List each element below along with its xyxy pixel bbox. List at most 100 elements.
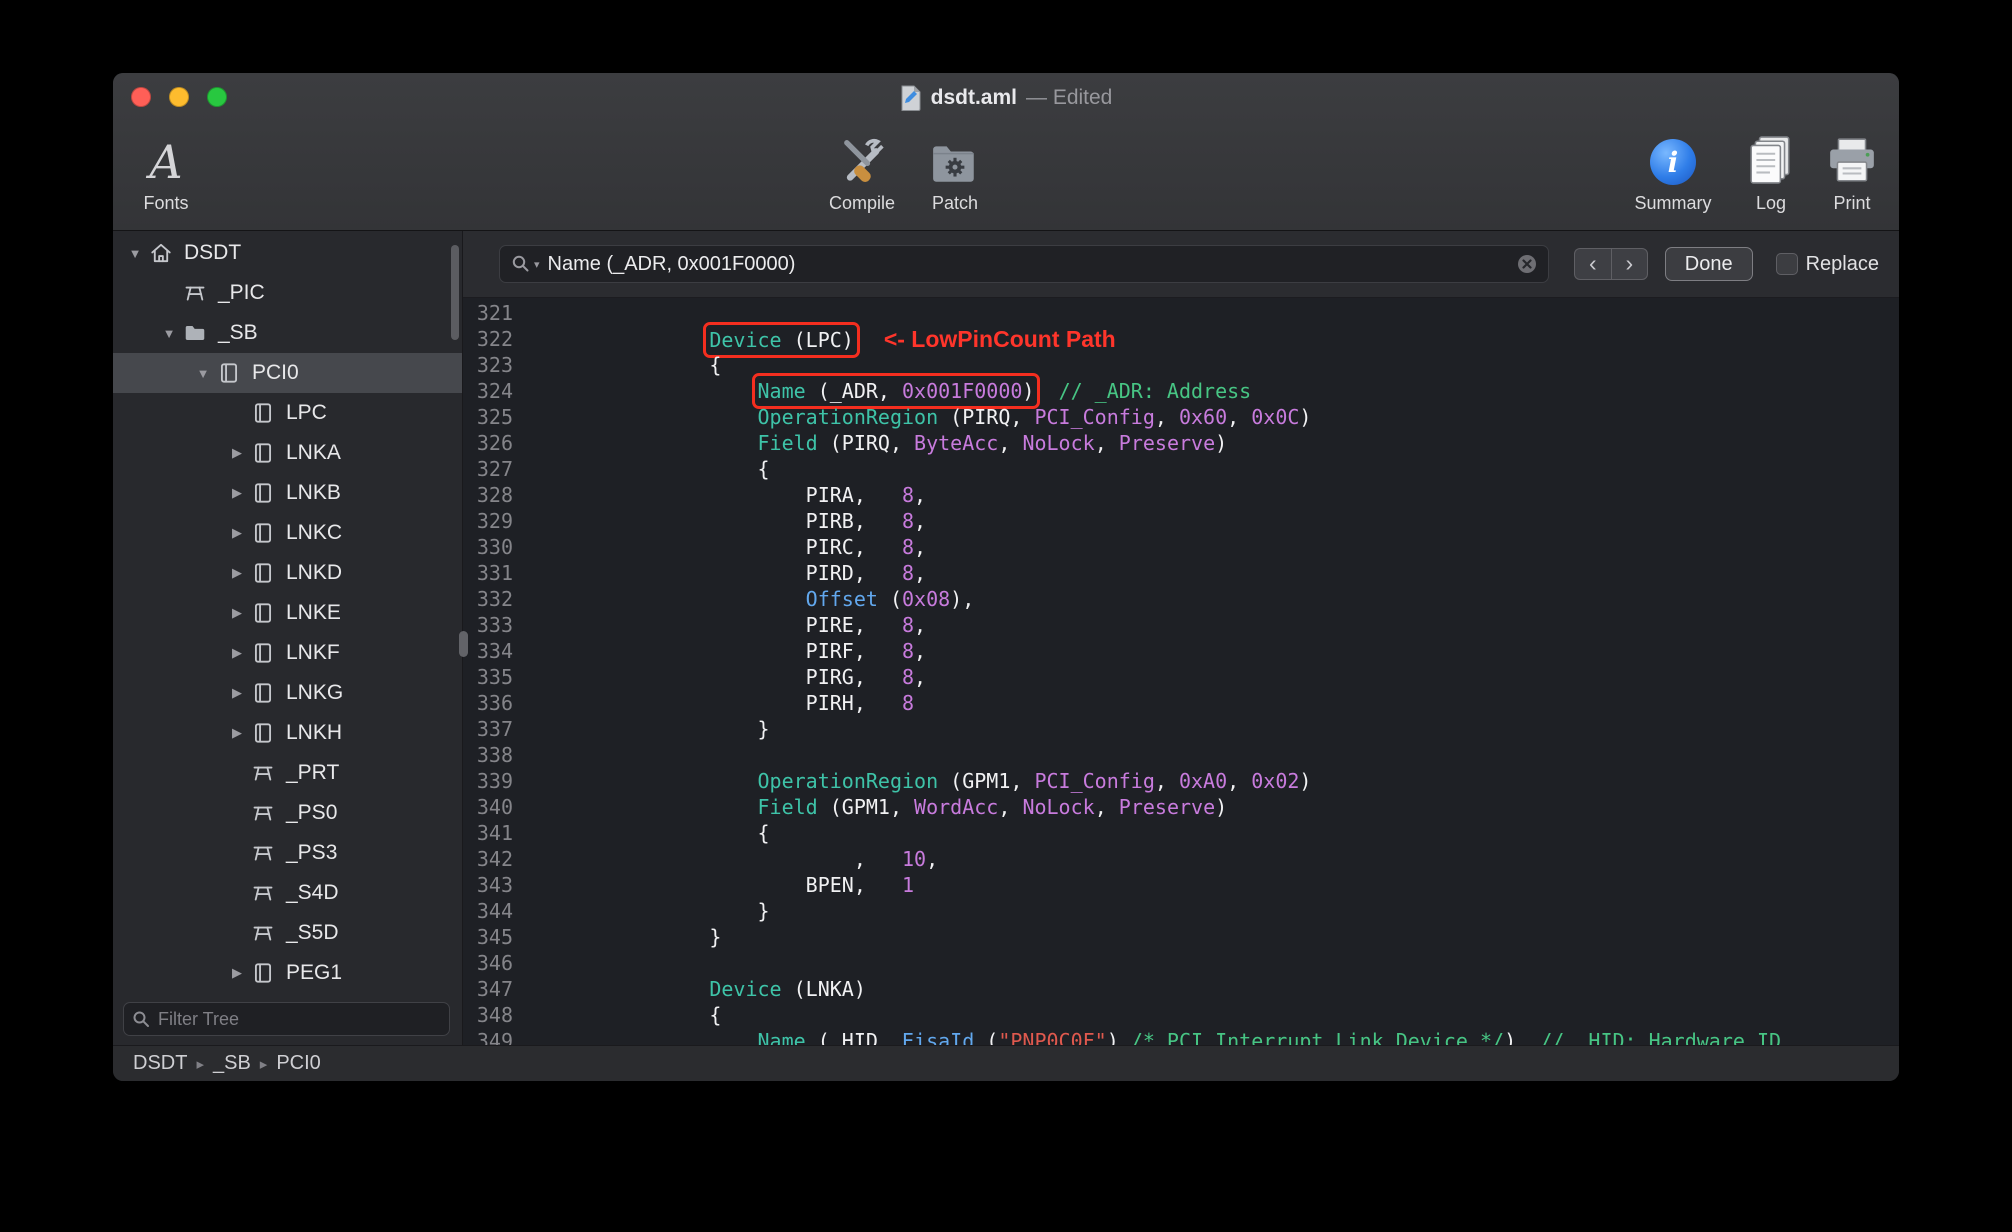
fonts-button[interactable]: A Fonts: [116, 125, 216, 214]
sidebar-item-lpc[interactable]: LPC: [113, 393, 462, 433]
sidebar-item-s4d[interactable]: _S4D: [113, 873, 462, 913]
sidebar-item-prt[interactable]: _PRT: [113, 753, 462, 793]
breadcrumb-item[interactable]: DSDT: [133, 1052, 187, 1075]
code-line[interactable]: 336 PIRH, 8: [463, 690, 1899, 716]
sidebar-item-lnkd[interactable]: ▶ LNKD: [113, 553, 462, 593]
code-line[interactable]: 347 Device (LNKA): [463, 976, 1899, 1002]
code-editor[interactable]: 321 322 Device (LPC) <- LowPinCount Path 32…: [463, 298, 1899, 1045]
sidebar-item-lnka[interactable]: ▶ LNKA: [113, 433, 462, 473]
code-line[interactable]: 343 BPEN, 1: [463, 872, 1899, 898]
code-line[interactable]: 341 {: [463, 820, 1899, 846]
fonts-icon: A: [149, 135, 183, 189]
breadcrumb-item[interactable]: PCI0: [276, 1052, 320, 1075]
sidebar-item-ps3[interactable]: _PS3: [113, 833, 462, 873]
sidebar-item-pci0[interactable]: ▼ PCI0: [113, 353, 462, 393]
code-line-text: OperationRegion (GPM1, PCI_Config, 0xA0,…: [613, 768, 1312, 794]
code-line[interactable]: 321: [463, 300, 1899, 326]
splitter-handle[interactable]: [459, 631, 468, 657]
disclosure-down-icon[interactable]: ▼: [121, 246, 149, 261]
disclosure-right-icon[interactable]: ▶: [223, 525, 251, 541]
find-next-button[interactable]: ›: [1610, 248, 1648, 280]
sidebar-item-lnkb[interactable]: ▶ LNKB: [113, 473, 462, 513]
code-token: Offset: [805, 587, 878, 611]
find-field[interactable]: ▾: [499, 245, 1549, 283]
disclosure-right-icon[interactable]: ▶: [223, 565, 251, 581]
disclosure-down-icon[interactable]: ▼: [189, 366, 217, 381]
sidebar-item-lnkc[interactable]: ▶ LNKC: [113, 513, 462, 553]
done-button[interactable]: Done: [1664, 247, 1753, 281]
code-line[interactable]: 329 PIRB, 8,: [463, 508, 1899, 534]
code-line[interactable]: 330 PIRC, 8,: [463, 534, 1899, 560]
code-line-text: Device (LPC) <- LowPinCount Path: [613, 322, 1116, 358]
find-nav-buttons: ‹ ›: [1573, 248, 1648, 280]
code-token: ): [1504, 1029, 1517, 1045]
sidebar-item-s5d[interactable]: _S5D: [113, 913, 462, 953]
code-line[interactable]: 344 }: [463, 898, 1899, 924]
code-token: NoLock: [1022, 795, 1095, 819]
code-line[interactable]: 326 Field (PIRQ, ByteAcc, NoLock, Preser…: [463, 430, 1899, 456]
code-line[interactable]: 342 , 10,: [463, 846, 1899, 872]
code-line[interactable]: 324 Name (_ADR, 0x001F0000) // _ADR: Add…: [463, 373, 1899, 409]
code-line[interactable]: 349 Name (_HID, EisaId ("PNP0C0F") /* PC…: [463, 1028, 1899, 1045]
disclosure-down-icon[interactable]: ▼: [155, 326, 183, 341]
code-token: }: [613, 899, 770, 923]
method-icon: [251, 801, 277, 825]
find-previous-button[interactable]: ‹: [1573, 248, 1611, 280]
compile-label: Compile: [828, 193, 896, 213]
disclosure-right-icon[interactable]: ▶: [223, 445, 251, 461]
breadcrumb-item[interactable]: _SB: [213, 1052, 251, 1075]
code-line[interactable]: 331 PIRD, 8,: [463, 560, 1899, 586]
replace-checkbox[interactable]: [1775, 253, 1798, 275]
pages-icon: [1750, 136, 1790, 184]
code-line[interactable]: 337 }: [463, 716, 1899, 742]
summary-button[interactable]: i Summary: [1623, 125, 1723, 214]
disclosure-right-icon[interactable]: ▶: [223, 645, 251, 661]
sidebar-item-lnkf[interactable]: ▶ LNKF: [113, 633, 462, 673]
code-line[interactable]: 333 PIRE, 8,: [463, 612, 1899, 638]
code-line[interactable]: 328 PIRA, 8,: [463, 482, 1899, 508]
disclosure-right-icon[interactable]: ▶: [223, 965, 251, 981]
code-line[interactable]: 338: [463, 742, 1899, 768]
disclosure-right-icon[interactable]: ▶: [223, 725, 251, 741]
code-line[interactable]: 322 Device (LPC) <- LowPinCount Path: [463, 322, 1899, 358]
filter-tree-input[interactable]: [123, 1002, 450, 1036]
sidebar-item-peg1[interactable]: ▶ PEG1: [113, 953, 462, 987]
clear-search-icon[interactable]: [1516, 253, 1538, 275]
sidebar-item-pic[interactable]: _PIC: [113, 273, 462, 313]
sidebar-item-lnkg[interactable]: ▶ LNKG: [113, 673, 462, 713]
code-line[interactable]: 327 {: [463, 456, 1899, 482]
code-line[interactable]: 335 PIRG, 8,: [463, 664, 1899, 690]
disclosure-right-icon[interactable]: ▶: [223, 605, 251, 621]
code-line[interactable]: 339 OperationRegion (GPM1, PCI_Config, 0…: [463, 768, 1899, 794]
code-token: ,: [926, 847, 939, 871]
code-line[interactable]: 323 {: [463, 352, 1899, 378]
search-menu-icon[interactable]: [510, 253, 532, 275]
code-line[interactable]: 332 Offset (0x08),: [463, 586, 1899, 612]
sidebar-item-dsdt[interactable]: ▼ DSDT: [113, 233, 462, 273]
sidebar-item-lnke[interactable]: ▶ LNKE: [113, 593, 462, 633]
code-line[interactable]: 340 Field (GPM1, WordAcc, NoLock, Preser…: [463, 794, 1899, 820]
disclosure-right-icon[interactable]: ▶: [223, 485, 251, 501]
print-button[interactable]: Print: [1802, 125, 1899, 214]
search-menu-caret-icon[interactable]: ▾: [534, 258, 540, 271]
code-line[interactable]: 346: [463, 950, 1899, 976]
code-line[interactable]: 325 OperationRegion (PIRQ, PCI_Config, 0…: [463, 404, 1899, 430]
sidebar-item-sb[interactable]: ▼ _SB: [113, 313, 462, 353]
disclosure-right-icon[interactable]: ▶: [223, 685, 251, 701]
toolbar: A Fonts Compile Patch i Summary Log Prin…: [113, 123, 1899, 231]
find-input[interactable]: [547, 252, 1508, 276]
content-area: ▼ DSDT _PIC ▼ _SB ▼ PCI0 LPC ▶ LNKA ▶ LNKB ▶ LNKC ▶ LNK…: [113, 231, 1899, 1045]
code-line[interactable]: 348 {: [463, 1002, 1899, 1028]
code-line[interactable]: 334 PIRF, 8,: [463, 638, 1899, 664]
sidebar-scrollbar[interactable]: [451, 245, 459, 340]
patch-button[interactable]: Patch: [905, 125, 1005, 214]
sidebar-item-lnkh[interactable]: ▶ LNKH: [113, 713, 462, 753]
compile-button[interactable]: Compile: [812, 125, 912, 214]
code-line-text: PIRD, 8,: [613, 560, 926, 586]
line-number: 341: [476, 821, 513, 845]
code-line[interactable]: 345 }: [463, 924, 1899, 950]
code-token: ): [1215, 795, 1228, 819]
sidebar-item-ps0[interactable]: _PS0: [113, 793, 462, 833]
titlebar[interactable]: dsdt.aml — Edited: [113, 73, 1899, 123]
